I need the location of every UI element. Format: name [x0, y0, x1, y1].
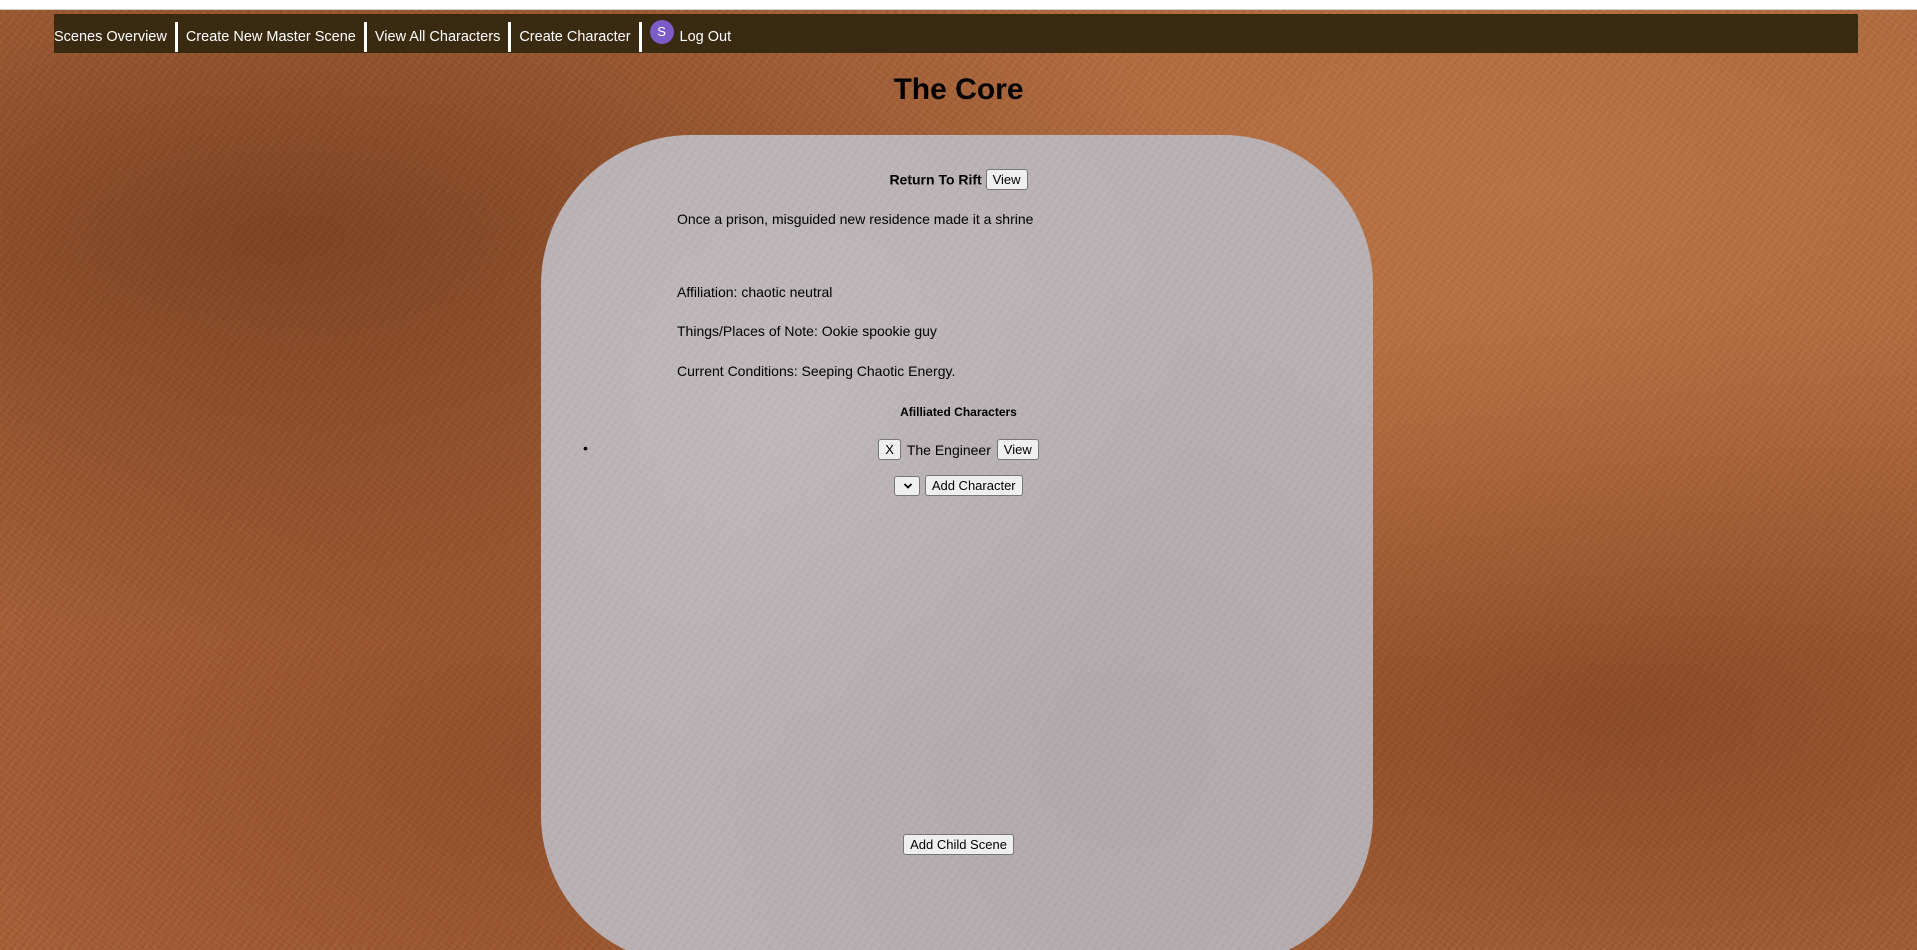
logout-button[interactable]: S Log Out [642, 20, 740, 53]
character-select[interactable] [894, 475, 921, 496]
nav-create-master-scene[interactable]: Create New Master Scene [178, 21, 364, 53]
add-character-row: Add Character [0, 475, 1917, 496]
scene-card [541, 135, 1373, 950]
scene-affiliation: Affiliation: chaotic neutral [677, 284, 833, 300]
user-avatar: S [649, 20, 674, 44]
nav-scenes-overview[interactable]: Scenes Overview [54, 21, 175, 53]
parent-view-button[interactable]: View [985, 169, 1028, 190]
add-child-scene-button[interactable]: Add Child Scene [903, 834, 1014, 855]
character-view-button[interactable]: View [996, 439, 1039, 460]
nav-create-character[interactable]: Create Character [511, 21, 638, 53]
top-nav: Scenes Overview Create New Master Scene … [54, 14, 1858, 53]
scene-current-conditions: Current Conditions: Seeping Chaotic Ener… [677, 363, 956, 379]
add-character-button[interactable]: Add Character [924, 475, 1023, 496]
parent-scene-label: Return To Rift [889, 171, 982, 188]
logout-label: Log Out [679, 29, 732, 45]
scene-things-of-note: Things/Places of Note: Ookie spookie guy [677, 323, 937, 339]
character-list-item: X The Engineer View [0, 439, 1917, 460]
parent-scene-row: Return To Rift View [0, 169, 1917, 190]
affiliated-characters-heading: Afilliated Characters [900, 405, 1017, 419]
character-name: The Engineer [906, 441, 991, 458]
add-child-scene-row: Add Child Scene [0, 834, 1917, 855]
page-title: The Core [893, 73, 1024, 106]
nav-view-all-characters[interactable]: View All Characters [367, 21, 508, 53]
browser-tab-strip [0, 0, 1917, 10]
remove-character-button[interactable]: X [878, 439, 901, 460]
chevron-down-icon [904, 482, 913, 489]
scene-description: Once a prison, misguided new residence m… [677, 211, 1034, 227]
